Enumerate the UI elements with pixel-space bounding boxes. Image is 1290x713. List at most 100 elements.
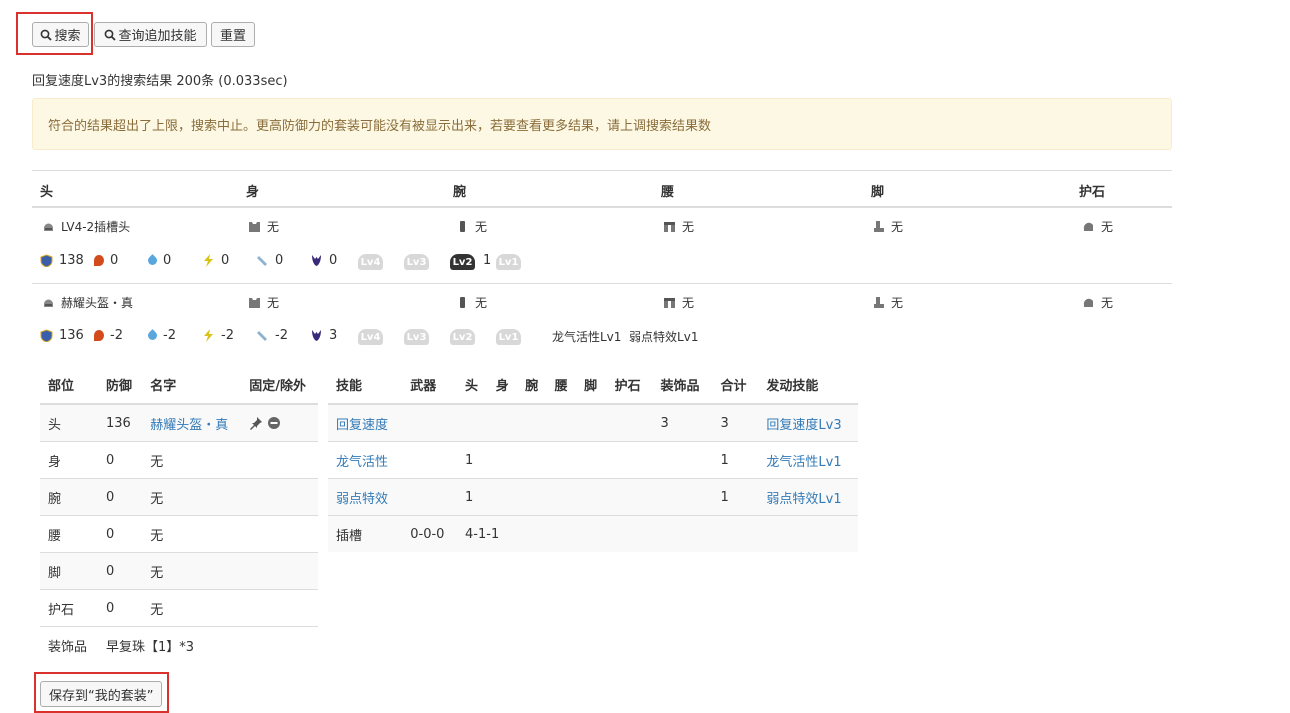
table-row: 头 136 赫耀头盔・真	[40, 403, 318, 442]
fire-res-value: -2	[110, 328, 123, 343]
part-legs[interactable]: 无	[872, 218, 903, 235]
slot-cell: 头	[40, 403, 98, 442]
active-skill-link[interactable]: 龙气活性Lv1	[766, 455, 841, 470]
ice-res: -2	[256, 328, 288, 343]
search-summary: 回复速度Lv3的搜索结果 200条 (0.033sec)	[32, 74, 288, 89]
dragon-icon	[312, 330, 321, 341]
name-cell: 无	[142, 552, 242, 590]
head-cell: 1	[457, 478, 489, 516]
dragon-res-value: 0	[329, 253, 338, 268]
part-charm[interactable]: 无	[1082, 218, 1113, 235]
part-head[interactable]: LV4-2插槽头	[42, 218, 130, 235]
slot-header-body: 身	[246, 185, 260, 200]
helmet-icon	[44, 223, 53, 231]
col-skill: 技能	[328, 366, 403, 405]
charm-icon	[1083, 298, 1093, 307]
slot-lv4-badge: Lv4	[358, 329, 383, 345]
equipment-name-link[interactable]: 赫耀头盔・真	[150, 418, 228, 433]
part-charm-name: 无	[1101, 220, 1114, 234]
slot-cell: 护石	[40, 589, 98, 627]
dragon-res-value: 3	[329, 328, 338, 343]
pin-icon[interactable]	[249, 416, 263, 430]
exclude-icon[interactable]	[267, 416, 281, 430]
search-button-label: 搜索	[54, 29, 81, 44]
defense-cell: 0	[97, 478, 143, 516]
col-head: 头	[457, 366, 489, 405]
total-cell: 3	[712, 403, 759, 442]
slot-lv3-badge: Lv3	[404, 254, 429, 270]
decoration-label: 装饰品	[40, 626, 98, 663]
defense-cell: 0	[97, 441, 143, 479]
charm-icon	[1083, 222, 1093, 231]
reset-button-label: 重置	[219, 29, 246, 44]
defense-value: 138	[59, 253, 84, 268]
head-cell: 1	[457, 441, 489, 479]
defense-stat: 136	[40, 328, 84, 343]
defense-cell: 0	[97, 552, 143, 590]
query-extra-skills-button[interactable]: 查询追加技能	[94, 22, 207, 47]
save-to-my-sets-button[interactable]: 保存到“我的套装”	[40, 681, 163, 707]
ice-res-value: 0	[275, 253, 284, 268]
slot-cell: 腰	[40, 515, 98, 553]
col-weapon: 武器	[402, 366, 458, 405]
slot-cell: 身	[40, 441, 98, 479]
part-legs-name: 无	[891, 220, 904, 234]
skill-link[interactable]: 回复速度	[336, 418, 388, 433]
part-body[interactable]: 无	[248, 218, 279, 235]
ice-res: 0	[256, 253, 283, 268]
active-skill-link[interactable]: 回复速度Lv3	[766, 418, 841, 433]
part-arms[interactable]: 无	[456, 218, 487, 235]
col-fix-exclude: 固定/除外	[241, 366, 318, 405]
dragon-res: 3	[310, 328, 337, 343]
part-body[interactable]: 无	[248, 294, 279, 311]
slot-lv2-badge: Lv2	[450, 329, 475, 345]
slot-lv1-badge: Lv1	[496, 254, 521, 270]
table-row: 身 0 无	[40, 441, 318, 479]
fire-icon	[94, 330, 104, 341]
col-name: 名字	[142, 366, 242, 405]
slot-cell: 腕	[40, 478, 98, 516]
table-row: 脚 0 无	[40, 552, 318, 590]
reset-button[interactable]: 重置	[211, 22, 255, 47]
save-button-label: 保存到“我的套装”	[49, 688, 154, 704]
part-legs[interactable]: 无	[872, 294, 903, 311]
thunder-res-value: -2	[221, 328, 234, 343]
col-legs: 脚	[577, 366, 607, 405]
col-total: 合计	[712, 366, 759, 405]
slot-header-charm: 护石	[1079, 185, 1106, 200]
active-skill-link[interactable]: 弱点特效Lv1	[766, 492, 841, 507]
slot-lv1-badge: Lv1	[496, 329, 521, 345]
helmet-icon	[44, 299, 53, 307]
thunder-res: -2	[202, 328, 234, 343]
result-set-row[interactable]: 赫耀头盔・真 无 无 无 无 无	[32, 283, 1172, 321]
dragon-icon	[312, 255, 321, 266]
waist-armor-icon	[664, 222, 675, 232]
chest-armor-icon	[249, 222, 260, 232]
water-res-value: 0	[163, 253, 172, 268]
result-set-row[interactable]: LV4-2插槽头 无 无 无 无 无	[32, 208, 1172, 246]
part-head[interactable]: 赫耀头盔・真	[42, 294, 133, 311]
dragon-res: 0	[310, 253, 337, 268]
boots-icon	[874, 297, 884, 308]
part-charm[interactable]: 无	[1082, 294, 1113, 311]
part-arms[interactable]: 无	[456, 294, 487, 311]
part-waist[interactable]: 无	[663, 218, 694, 235]
col-slot: 部位	[40, 366, 98, 405]
skill-table-header: 技能 武器 头 身 腕 腰 脚 护石 装饰品 合计 发动技能	[328, 366, 858, 405]
name-cell: 无	[142, 515, 242, 553]
col-decoration: 装饰品	[652, 366, 713, 405]
col-charm: 护石	[606, 366, 653, 405]
ice-icon	[257, 256, 267, 266]
skill-link[interactable]: 弱点特效	[336, 492, 388, 507]
slot-summary-row: 插槽 0-0-0 4-1-1	[328, 515, 858, 552]
slot-cell: 脚	[40, 552, 98, 590]
part-waist[interactable]: 无	[663, 294, 694, 311]
col-arms: 腕	[518, 366, 548, 405]
part-legs-name: 无	[891, 296, 904, 310]
skill-link[interactable]: 龙气活性	[336, 455, 388, 470]
part-arms-name: 无	[475, 296, 488, 310]
part-head-name: 赫耀头盔・真	[61, 296, 134, 310]
part-head-name: LV4-2插槽头	[61, 220, 131, 234]
search-button[interactable]: 搜索	[32, 22, 89, 47]
water-res: -2	[146, 328, 176, 343]
